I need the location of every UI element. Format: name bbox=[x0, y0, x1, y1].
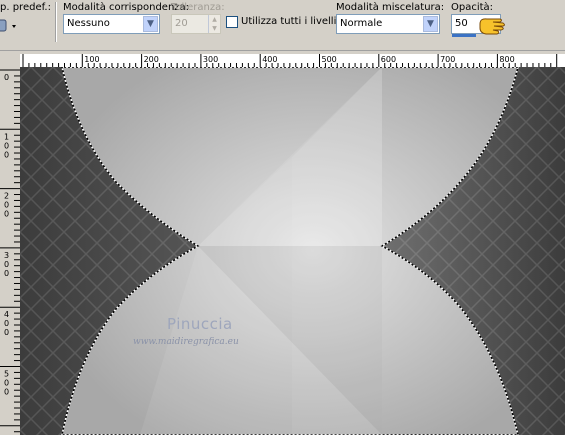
tolerance-label: Tolleranza: bbox=[171, 2, 225, 13]
use-all-layers-checkbox[interactable] bbox=[226, 16, 238, 28]
tolerance-stepper[interactable]: ▲ ▼ bbox=[208, 15, 220, 33]
ruler-tick-label: 4 bbox=[4, 310, 9, 319]
tool-options-toolbar: p. predef.: Modalità corrispondenza: Nes… bbox=[0, 0, 565, 51]
ruler-tick-label: 0 bbox=[4, 319, 9, 328]
ruler-tick-label: 100 bbox=[84, 55, 99, 64]
spin-down-icon[interactable]: ▼ bbox=[208, 24, 220, 33]
ruler-tick-label: 0 bbox=[4, 210, 9, 219]
image-artwork bbox=[20, 67, 565, 435]
blend-mode-group: Modalità miscelatura: bbox=[336, 2, 444, 14]
ruler-tick-label: 5 bbox=[4, 370, 9, 379]
ruler-tick-label: 3 bbox=[4, 251, 9, 260]
ruler-tick-label: 600 bbox=[381, 55, 396, 64]
ruler-tick-label: 0 bbox=[4, 150, 9, 159]
blend-mode-value: Normale bbox=[340, 18, 383, 29]
ruler-tick-label: 0 bbox=[4, 269, 9, 278]
match-mode-select[interactable]: Nessuno ▼ bbox=[63, 14, 160, 34]
ruler-tick-label: 0 bbox=[4, 201, 9, 210]
ruler-tick-label: 0 bbox=[4, 260, 9, 269]
image-canvas[interactable]: Pinuccia www.maidiregrafica.eu bbox=[20, 67, 565, 435]
ruler-tick-label: 500 bbox=[322, 55, 337, 64]
horizontal-ruler: 100 200 300 400 500 600 700 800 bbox=[20, 54, 565, 68]
ruler-tick-label: 0 bbox=[4, 388, 9, 397]
opacity-value: 50 bbox=[455, 18, 468, 29]
ruler-tick-label: 300 bbox=[203, 55, 218, 64]
chevron-down-icon[interactable]: ▼ bbox=[423, 16, 438, 32]
preset-button[interactable] bbox=[0, 19, 20, 33]
blend-mode-select[interactable]: Normale ▼ bbox=[336, 14, 440, 34]
match-mode-value: Nessuno bbox=[67, 18, 110, 29]
ruler-tick-label: 0 bbox=[4, 141, 9, 150]
watermark-name: Pinuccia bbox=[167, 315, 233, 333]
watermark-url: www.maidiregrafica.eu bbox=[133, 337, 239, 347]
hand-cursor-icon bbox=[478, 12, 508, 36]
ruler-tick-label: 0 bbox=[4, 379, 9, 388]
spin-up-icon[interactable]: ▲ bbox=[208, 15, 220, 24]
preset-label: p. predef.: bbox=[0, 2, 51, 13]
tolerance-spinbox[interactable]: 20 ▲ ▼ bbox=[171, 14, 221, 34]
ruler-tick-label: 400 bbox=[262, 55, 277, 64]
ruler-tick-label: 2 bbox=[4, 192, 9, 201]
tolerance-value: 20 bbox=[175, 18, 188, 29]
tolerance-group: Tolleranza: bbox=[171, 2, 225, 14]
blend-mode-label: Modalità miscelatura: bbox=[336, 2, 445, 13]
paint-bucket-icon bbox=[0, 19, 16, 32]
ruler-tick-label: 1 bbox=[4, 132, 9, 141]
opacity-slider-fill[interactable] bbox=[452, 34, 476, 37]
ruler-tick-label: 700 bbox=[440, 55, 455, 64]
preset-group: p. predef.: bbox=[0, 2, 51, 32]
ruler-tick-label: 0 bbox=[4, 328, 9, 337]
vertical-ruler: 0100200300400500 bbox=[0, 67, 21, 435]
ruler-tick-label: 200 bbox=[144, 55, 159, 64]
chevron-down-icon[interactable]: ▼ bbox=[143, 16, 158, 32]
use-all-layers-label[interactable]: Utilizza tutti i livelli bbox=[241, 16, 336, 27]
separator bbox=[55, 2, 57, 42]
ruler-tick-label: 0 bbox=[4, 73, 9, 82]
ruler-tick-label: 800 bbox=[499, 55, 514, 64]
